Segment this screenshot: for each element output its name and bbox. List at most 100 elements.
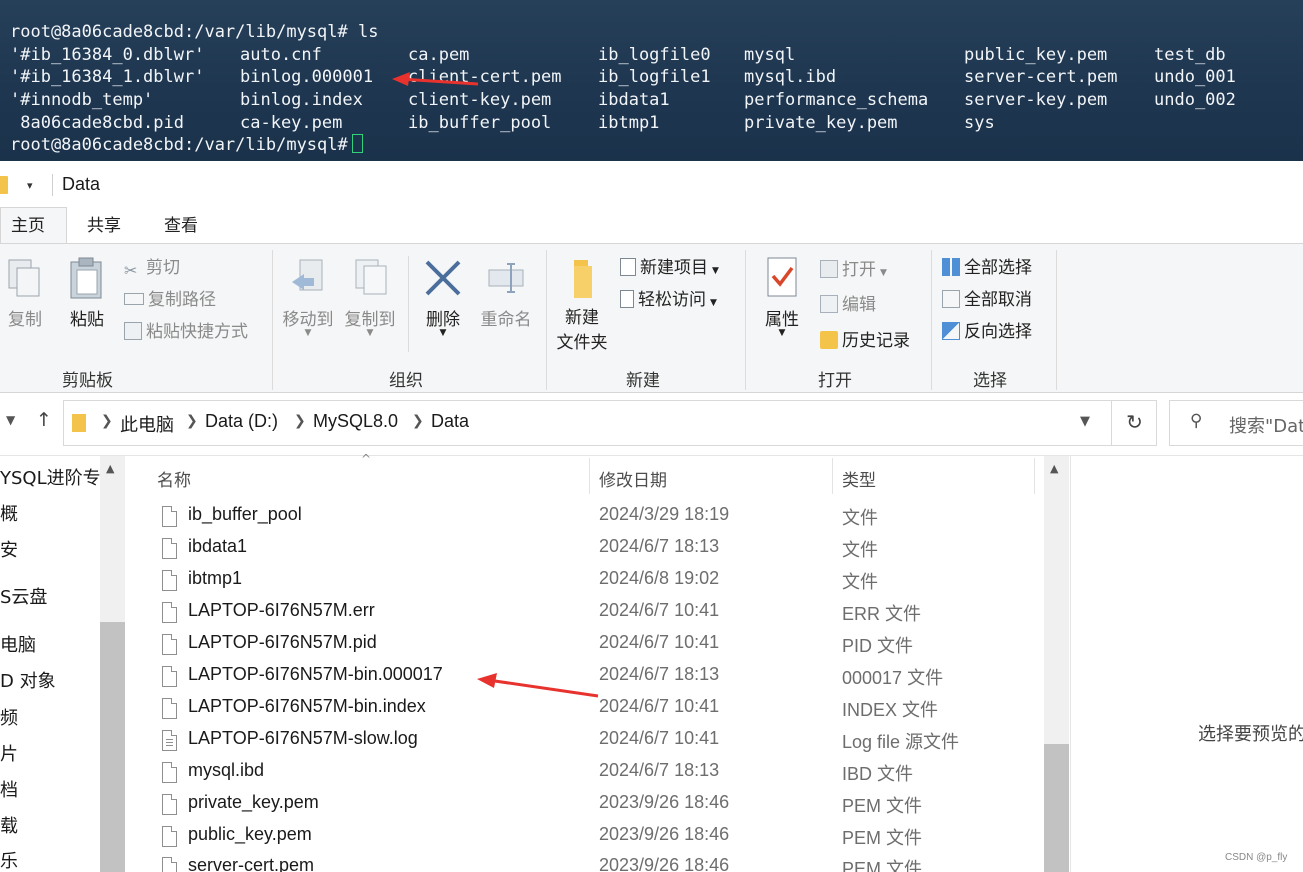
- file-icon: [162, 634, 177, 655]
- chevron-right-icon[interactable]: ❯: [294, 413, 306, 429]
- copy-to-button[interactable]: 复制到 ▼: [342, 256, 398, 338]
- file-list-scrollbar-thumb[interactable]: [1044, 744, 1069, 872]
- edit-button[interactable]: 编辑: [820, 292, 876, 318]
- breadcrumb-mysql80[interactable]: MySQL8.0: [313, 411, 398, 432]
- watermark: CSDN @p_fly: [1225, 852, 1288, 863]
- table-row[interactable]: mysql.ibd 2024/6/7 18:13 IBD 文件: [150, 757, 1040, 789]
- table-row[interactable]: LAPTOP-6I76N57M-slow.log 2024/6/7 10:41 Lo…: [150, 725, 1040, 757]
- file-date: 2024/6/7 10:41: [599, 728, 720, 748]
- chevron-right-icon[interactable]: ❯: [412, 413, 424, 429]
- table-row[interactable]: LAPTOP-6I76N57M.err 2024/6/7 10:41 ERR 文件: [150, 597, 1040, 629]
- scroll-up-arrow-icon[interactable]: ▲: [1050, 462, 1058, 475]
- folder-icon: [72, 414, 86, 432]
- new-item-label: 新建项目: [640, 258, 708, 278]
- delete-x-icon: [425, 260, 461, 296]
- select-all-button[interactable]: 全部选择: [942, 255, 1032, 281]
- new-folder-button[interactable]: 新建 文件夹: [552, 256, 612, 353]
- table-row[interactable]: ibtmp1 2024/6/8 19:02 文件: [150, 565, 1040, 597]
- cut-label: 剪切: [146, 258, 180, 278]
- file-date: 2024/3/29 18:19: [599, 504, 730, 524]
- nav-item[interactable]: 档: [0, 776, 18, 802]
- open-button[interactable]: 打开 ▼: [820, 257, 887, 283]
- file-date: 2024/6/7 18:13: [599, 760, 720, 780]
- column-divider[interactable]: [589, 458, 590, 494]
- tab-view[interactable]: 查看: [164, 214, 198, 244]
- copy-button[interactable]: 复制: [4, 256, 46, 330]
- file-icon: [162, 538, 177, 559]
- recent-locations-chevron-icon[interactable]: ▼: [6, 413, 15, 427]
- new-item-button[interactable]: 新建项目 ▼: [620, 255, 719, 281]
- address-history-chevron-icon[interactable]: ▼: [1080, 414, 1090, 429]
- chevron-right-icon[interactable]: ❯: [101, 413, 113, 429]
- select-none-button[interactable]: 全部取消: [942, 287, 1032, 313]
- nav-item[interactable]: 载: [0, 812, 18, 838]
- table-row[interactable]: public_key.pem 2023/9/26 18:46 PEM 文件: [150, 821, 1040, 853]
- nav-item[interactable]: 乐: [0, 847, 18, 872]
- invert-selection-icon: [942, 322, 960, 340]
- file-date: 2024/6/7 18:13: [599, 536, 720, 556]
- history-button[interactable]: 历史记录: [820, 328, 910, 354]
- nav-item[interactable]: S云盘: [0, 583, 47, 609]
- column-header-name[interactable]: 名称: [157, 466, 191, 491]
- paste-button[interactable]: 粘贴: [64, 256, 110, 330]
- column-header-type[interactable]: 类型: [842, 466, 876, 491]
- table-row[interactable]: LAPTOP-6I76N57M-bin.index 2024/6/7 10:41 I…: [150, 693, 1040, 725]
- copy-icon: [8, 259, 40, 297]
- paste-shortcut-button[interactable]: 粘贴快捷方式: [124, 319, 248, 345]
- nav-item[interactable]: D 对象: [0, 667, 56, 693]
- new-folder-icon: [574, 260, 592, 298]
- table-row[interactable]: server-cert.pem 2023/9/26 18:46 PEM 文件: [150, 852, 1040, 872]
- nav-item[interactable]: 安: [0, 536, 18, 562]
- column-header-modified[interactable]: 修改日期: [599, 466, 667, 491]
- refresh-icon[interactable]: ↻: [1111, 400, 1157, 446]
- breadcrumb-data[interactable]: Data: [431, 411, 469, 432]
- rename-button[interactable]: 重命名: [476, 256, 536, 330]
- chevron-right-icon[interactable]: ❯: [186, 413, 198, 429]
- edit-label: 编辑: [842, 295, 876, 315]
- file-date: 2024/6/8 19:02: [599, 568, 720, 588]
- terminal-cell: undo_001: [1154, 67, 1236, 87]
- table-row[interactable]: LAPTOP-6I76N57M.pid 2024/6/7 10:41 PID 文件: [150, 629, 1040, 661]
- table-row[interactable]: private_key.pem 2023/9/26 18:46 PEM 文件: [150, 789, 1040, 821]
- easy-access-button[interactable]: 轻松访问 ▼: [620, 287, 717, 313]
- invert-selection-button[interactable]: 反向选择: [942, 319, 1032, 345]
- terminal-cell: server-cert.pem: [964, 67, 1118, 87]
- terminal-cell: private_key.pem: [744, 113, 898, 133]
- nav-item[interactable]: 电脑: [0, 631, 36, 657]
- move-to-button[interactable]: 移动到 ▼: [280, 256, 336, 338]
- terminal-cell: sys: [964, 113, 995, 133]
- nav-item[interactable]: 频: [0, 704, 18, 730]
- delete-button[interactable]: 删除 ▼: [420, 256, 466, 338]
- file-type: PEM 文件: [842, 828, 923, 848]
- terminal-cell: public_key.pem: [964, 45, 1108, 65]
- breadcrumb-this-pc[interactable]: 此电脑: [120, 411, 174, 437]
- up-arrow-icon[interactable]: ↑: [36, 409, 52, 431]
- tab-share[interactable]: 共享: [87, 214, 121, 244]
- terminal-cell: auto.cnf: [240, 45, 322, 65]
- nav-item[interactable]: 概: [0, 500, 18, 526]
- file-icon: [162, 794, 177, 815]
- properties-button[interactable]: 属性 ▼: [756, 256, 808, 338]
- table-row[interactable]: ibdata1 2024/6/7 18:13 文件: [150, 533, 1040, 565]
- table-row[interactable]: LAPTOP-6I76N57M-bin.000017 2024/6/7 18:13…: [150, 661, 1040, 693]
- quick-access-dropdown-icon[interactable]: ▾: [27, 179, 33, 192]
- column-divider[interactable]: [1034, 458, 1035, 494]
- column-divider[interactable]: [832, 458, 833, 494]
- terminal-cell: test_db: [1154, 45, 1226, 65]
- table-row[interactable]: ib_buffer_pool 2024/3/29 18:19 文件: [150, 501, 1040, 533]
- scroll-up-arrow-icon[interactable]: ▲: [106, 462, 114, 475]
- terminal-prompt-line[interactable]: root@8a06cade8cbd:/var/lib/mysql#: [10, 134, 363, 156]
- nav-scrollbar-thumb[interactable]: [100, 622, 125, 872]
- copy-path-button[interactable]: 复制路径: [124, 287, 216, 313]
- nav-item[interactable]: YSQL进阶专: [0, 464, 101, 490]
- file-icon: [162, 506, 177, 527]
- terminal-cell: ca-key.pem: [240, 113, 343, 133]
- nav-item[interactable]: 片: [0, 740, 18, 766]
- file-name: LAPTOP-6I76N57M-bin.000017: [188, 664, 443, 684]
- terminal-window[interactable]: root@8a06cade8cbd:/var/lib/mysql# ls '#i…: [0, 0, 1303, 161]
- file-icon: [162, 762, 177, 783]
- cut-button[interactable]: ✂ 剪切: [124, 255, 180, 281]
- tab-home[interactable]: 主页: [0, 207, 67, 244]
- file-name: private_key.pem: [188, 792, 319, 812]
- breadcrumb-drive-d[interactable]: Data (D:): [205, 411, 278, 432]
